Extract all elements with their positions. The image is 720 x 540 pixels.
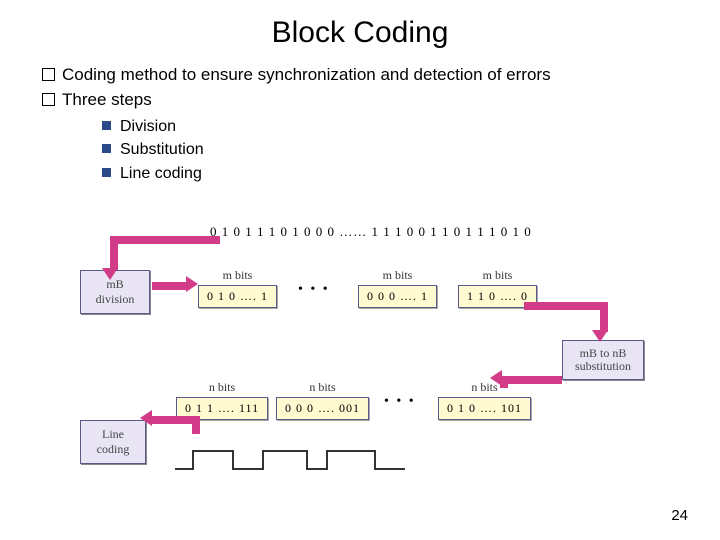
- bullet-text: Line coding: [120, 165, 202, 182]
- group-label: n bits: [176, 380, 268, 395]
- bullet-text: Three steps: [62, 90, 152, 109]
- slide: Block Coding Coding method to ensure syn…: [0, 0, 720, 540]
- bullet-item: Line coding: [102, 163, 692, 185]
- group-label: m bits: [358, 268, 437, 283]
- box-substitution: mB to nB substitution: [562, 340, 644, 380]
- bullet-text: Substitution: [120, 141, 204, 158]
- box-line-coding: Line coding: [80, 420, 146, 464]
- bullet-item: Division: [102, 116, 692, 138]
- bullet-item: Substitution: [102, 139, 692, 161]
- group-value: 0 1 0 …. 1: [198, 285, 277, 308]
- slide-title: Block Coding: [28, 16, 692, 50]
- bullet-item: Three steps Division Substitution Line c…: [42, 89, 692, 185]
- group-value: 0 0 0 …. 1: [358, 285, 437, 308]
- group-value: 0 1 0 …. 101: [438, 397, 531, 420]
- group-label: m bits: [458, 268, 537, 283]
- flow-arrow-icon: [192, 416, 200, 434]
- block-coding-diagram: 0 1 0 1 1 1 0 1 0 0 0 …… 1 1 1 0 0 1 1 0…: [80, 220, 650, 500]
- flow-arrow-icon: [524, 302, 606, 310]
- flow-arrow-icon: [600, 302, 608, 332]
- flow-arrow-icon: [150, 416, 198, 424]
- flow-arrow-icon: [110, 236, 118, 270]
- group-label: m bits: [198, 268, 277, 283]
- n-bits-group: n bits 0 1 0 …. 101: [438, 380, 531, 420]
- group-label: n bits: [276, 380, 369, 395]
- flow-arrow-icon: [500, 376, 562, 384]
- m-bits-group: m bits 0 0 0 …. 1: [358, 268, 437, 308]
- m-bits-group: m bits 0 1 0 …. 1: [198, 268, 277, 308]
- ellipsis-icon: • • •: [298, 282, 330, 298]
- page-number: 24: [671, 507, 688, 524]
- arrowhead-icon: [102, 268, 118, 280]
- bullet-text: Division: [120, 118, 176, 135]
- input-bitstream: 0 1 0 1 1 1 0 1 0 0 0 …… 1 1 1 0 0 1 1 0…: [210, 224, 532, 240]
- arrowhead-icon: [186, 276, 198, 292]
- n-bits-group: n bits 0 0 0 …. 001: [276, 380, 369, 420]
- flow-arrow-icon: [110, 236, 220, 244]
- arrowhead-icon: [490, 370, 502, 386]
- arrowhead-icon: [592, 330, 608, 342]
- n-bits-group: n bits 0 1 1 …. 111: [176, 380, 268, 420]
- bullet-list-level2: Division Substitution Line coding: [62, 116, 692, 185]
- signal-waveform-icon: [175, 445, 405, 475]
- ellipsis-icon: • • •: [384, 394, 416, 410]
- flow-arrow-icon: [152, 282, 188, 290]
- bullet-item: Coding method to ensure synchronization …: [42, 64, 692, 87]
- bullet-list-level1: Coding method to ensure synchronization …: [28, 64, 692, 185]
- group-value: 0 0 0 …. 001: [276, 397, 369, 420]
- bullet-text: Coding method to ensure synchronization …: [62, 65, 551, 84]
- arrowhead-icon: [140, 410, 152, 426]
